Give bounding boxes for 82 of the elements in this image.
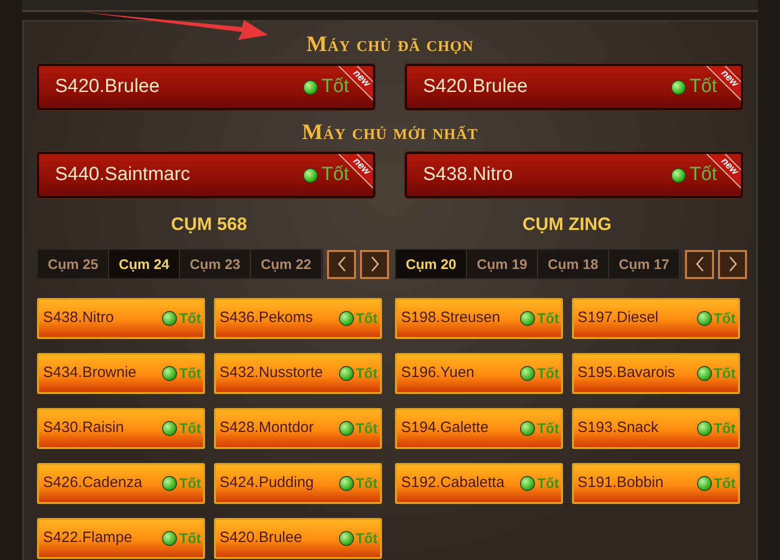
server-name: S422.Flampe: [43, 528, 132, 548]
server-name: S438.Nitro: [43, 308, 114, 328]
server-name: S438.Nitro: [423, 162, 513, 187]
server-button[interactable]: S420.Brulee Tốt: [214, 518, 382, 559]
server-name: S192.Cabaletta: [401, 473, 504, 494]
server-name: S196.Yuen: [401, 363, 474, 384]
server-button[interactable]: S196.Yuen Tốt: [395, 353, 563, 394]
section-title: Máy chủ đã chọn: [306, 30, 474, 58]
server-button[interactable]: S438.Nitro Tốt: [37, 298, 205, 339]
server-name: S193.Snack: [578, 418, 658, 438]
server-name: S420.Brulee: [55, 74, 160, 99]
server-status: Tốt: [179, 474, 201, 493]
server-button[interactable]: S420.Brulee Tốt new: [405, 64, 743, 110]
cluster-tab[interactable]: Cụm 25: [38, 250, 109, 278]
server-status: Tốt: [537, 364, 559, 383]
server-status: Tốt: [714, 309, 736, 328]
server-name: S434.Brownie: [43, 363, 136, 384]
server-button[interactable]: S428.Montdor Tốt: [214, 408, 382, 449]
server-button[interactable]: S426.Cadenza Tốt: [37, 463, 205, 504]
section-title: Máy chủ mới nhất: [302, 118, 478, 146]
server-status: Tốt: [179, 364, 201, 383]
server-status: Tốt: [714, 364, 736, 383]
next-button[interactable]: [360, 250, 389, 278]
server-status: Tốt: [714, 474, 736, 493]
server-name: S420.Brulee: [423, 74, 528, 99]
previous-button[interactable]: [685, 250, 714, 278]
cluster-tab[interactable]: Cụm 17: [609, 250, 680, 278]
server-name: S194.Galette: [401, 418, 489, 438]
server-status: Tốt: [537, 419, 559, 438]
server-status: Tốt: [356, 364, 378, 383]
server-name: S191.Bobbin: [578, 473, 664, 494]
server-button[interactable]: S440.Saintmarc Tốt new: [37, 152, 375, 198]
server-name: S428.Montdor: [220, 418, 314, 438]
server-button[interactable]: S194.Galette Tốt: [395, 408, 563, 449]
cluster-title: CỤM ZING: [522, 213, 612, 236]
server-button[interactable]: S436.Pekoms Tốt: [214, 298, 382, 339]
server-name: S432.Nusstorte: [220, 363, 323, 384]
server-button[interactable]: S192.Cabaletta Tốt: [395, 463, 563, 504]
server-status: Tốt: [356, 474, 378, 493]
chevron-right-icon: [370, 256, 380, 272]
server-name: S195.Bavarois: [578, 363, 676, 384]
server-status: Tốt: [537, 309, 559, 328]
server-name: S420.Brulee: [220, 528, 302, 548]
server-status: Tốt: [179, 529, 201, 548]
server-button[interactable]: S422.Flampe Tốt: [37, 518, 205, 559]
server-button[interactable]: S420.Brulee Tốt new: [37, 64, 375, 110]
server-name: S197.Diesel: [578, 308, 658, 328]
server-status: Tốt: [714, 419, 736, 438]
server-status: Tốt: [356, 309, 378, 328]
server-button[interactable]: S438.Nitro Tốt new: [405, 152, 743, 198]
server-button[interactable]: S191.Bobbin Tốt: [572, 463, 740, 504]
cluster-title: CỤM 568: [170, 213, 248, 236]
server-status: Tốt: [179, 419, 201, 438]
cluster-tab[interactable]: Cụm 19: [467, 250, 538, 278]
server-name: S426.Cadenza: [43, 473, 142, 494]
server-name: S424.Pudding: [220, 473, 314, 494]
cluster-tab[interactable]: Cụm 24: [109, 250, 180, 278]
server-name: S430.Raisin: [43, 418, 124, 438]
next-button[interactable]: [718, 250, 747, 278]
chevron-right-icon: [728, 256, 738, 272]
previous-button[interactable]: [327, 250, 356, 278]
server-button[interactable]: S430.Raisin Tốt: [37, 408, 205, 449]
server-button[interactable]: S424.Pudding Tốt: [214, 463, 382, 504]
server-status: Tốt: [356, 529, 378, 548]
chevron-left-icon: [336, 256, 346, 272]
cluster-tab[interactable]: Cụm 23: [180, 250, 251, 278]
server-button[interactable]: S432.Nusstorte Tốt: [214, 353, 382, 394]
server-status: Tốt: [179, 309, 201, 328]
cluster-tab[interactable]: Cụm 20: [396, 250, 467, 278]
server-button[interactable]: S197.Diesel Tốt: [572, 298, 740, 339]
server-name: S198.Streusen: [401, 308, 500, 328]
server-name: S436.Pekoms: [220, 308, 313, 328]
server-name: S440.Saintmarc: [55, 162, 190, 187]
server-status: Tốt: [356, 419, 378, 438]
chevron-left-icon: [694, 256, 704, 272]
server-button[interactable]: S434.Brownie Tốt: [37, 353, 205, 394]
cluster-tab[interactable]: Cụm 22: [251, 250, 322, 278]
server-button[interactable]: S195.Bavarois Tốt: [572, 353, 740, 394]
server-button[interactable]: S198.Streusen Tốt: [395, 298, 563, 339]
server-status: Tốt: [537, 474, 559, 493]
server-button[interactable]: S193.Snack Tốt: [572, 408, 740, 449]
cluster-tab[interactable]: Cụm 18: [538, 250, 609, 278]
